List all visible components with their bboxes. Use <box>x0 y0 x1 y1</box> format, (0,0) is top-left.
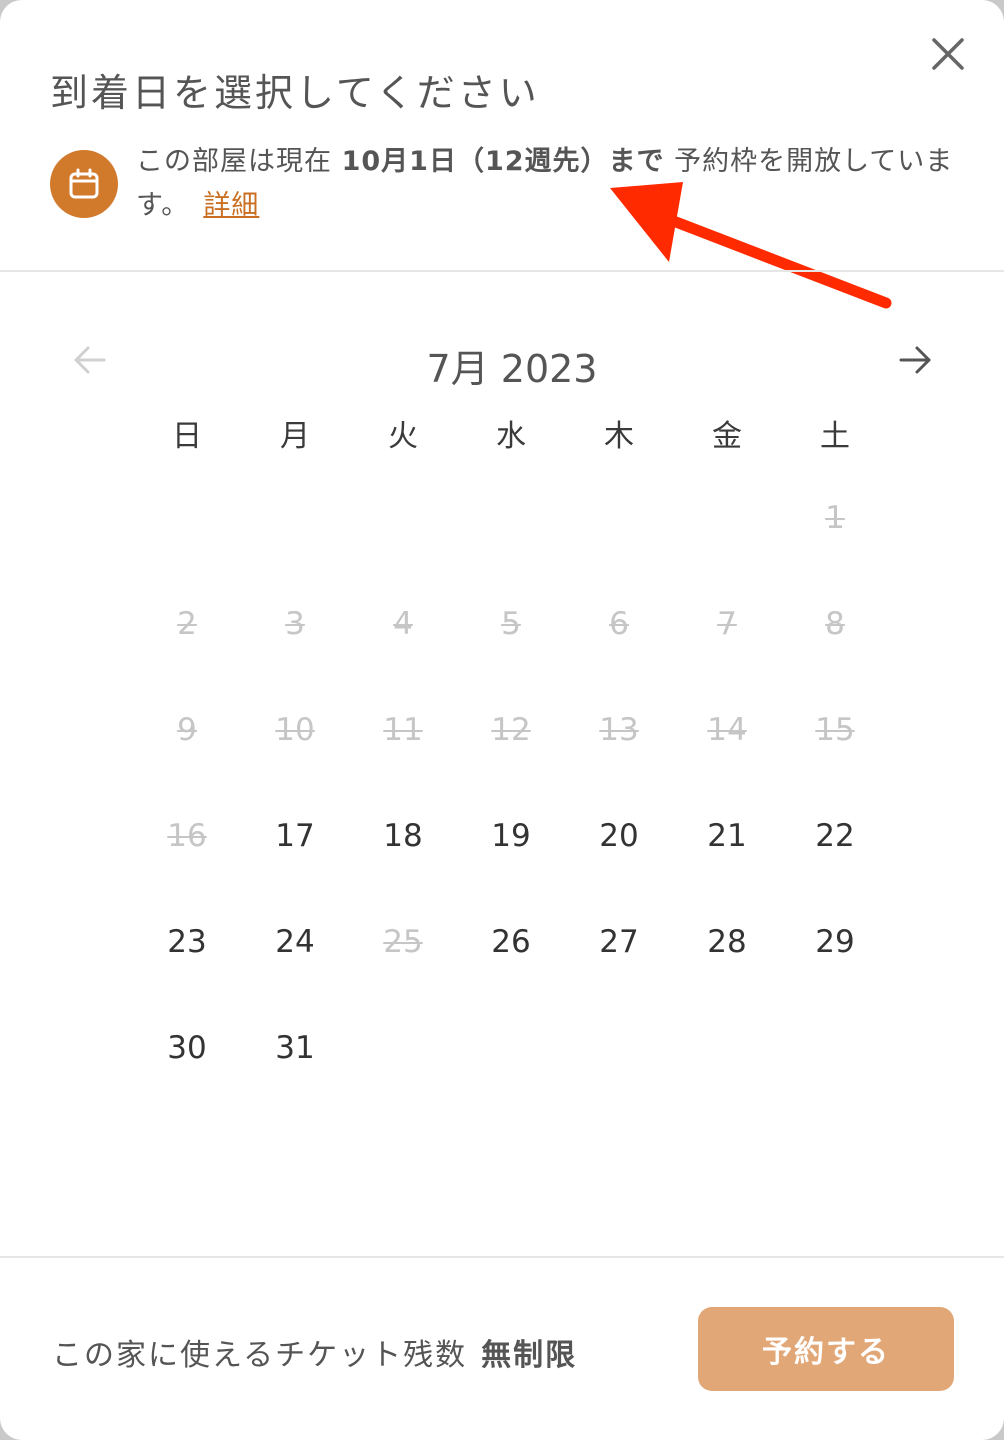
calendar-day-10: 10 <box>275 712 315 748</box>
calendar-day-16: 16 <box>167 818 207 854</box>
arrow-right-icon <box>899 346 931 374</box>
calendar-blank-cell <box>565 465 673 571</box>
next-month-button[interactable] <box>895 340 935 380</box>
calendar-day-15: 15 <box>815 712 855 748</box>
header-divider <box>0 270 1004 272</box>
close-icon <box>932 38 964 70</box>
calendar-day-30[interactable]: 30 <box>133 995 241 1101</box>
calendar-blank-cell <box>673 465 781 571</box>
weekday-tue: 火 <box>388 419 418 454</box>
calendar-day-1: 1 <box>825 500 845 536</box>
calendar-blank-cell <box>457 465 565 571</box>
calendar-blank-cell <box>241 465 349 571</box>
calendar-day-17[interactable]: 17 <box>241 783 349 889</box>
calendar-day-8: 8 <box>825 606 845 642</box>
calendar-day-20[interactable]: 20 <box>565 783 673 889</box>
calendar-day-18[interactable]: 18 <box>349 783 457 889</box>
calendar-day-29[interactable]: 29 <box>781 889 889 995</box>
notice-booking-limit: 10月1日（12週先）まで <box>341 146 665 177</box>
arrival-date-modal: 到着日を選択してください この部屋は現在 10月1日（12週先）まで 予約枠を開… <box>0 0 1004 1440</box>
weekday-header: 日 月 火 水 木 金 土 <box>133 415 889 459</box>
calendar-day-24[interactable]: 24 <box>241 889 349 995</box>
calendar-day-12: 12 <box>491 712 531 748</box>
calendar-day-27[interactable]: 27 <box>565 889 673 995</box>
calendar-day-13: 13 <box>599 712 639 748</box>
calendar-day-21[interactable]: 21 <box>673 783 781 889</box>
month-label: 7月 2023 <box>426 347 598 391</box>
weekday-thu: 木 <box>604 419 634 454</box>
calendar-icon <box>50 150 118 218</box>
ticket-balance-label: この家に使えるチケット残数 <box>52 1338 468 1373</box>
footer-divider <box>0 1256 1004 1258</box>
calendar-day-grid: 1 2 3 4 5 6 7 8 9 10 11 12 13 14 15 16 17 18 19 20 21 22 23 24 2… <box>133 465 889 1101</box>
previous-month-button[interactable] <box>70 340 110 380</box>
close-button[interactable] <box>926 32 970 76</box>
calendar-day-23[interactable]: 23 <box>133 889 241 995</box>
calendar-day-4: 4 <box>393 606 413 642</box>
calendar-day-22[interactable]: 22 <box>781 783 889 889</box>
calendar-blank-cell <box>349 465 457 571</box>
weekday-sat: 土 <box>820 419 850 454</box>
calendar-day-7: 7 <box>717 606 737 642</box>
calendar-day-5: 5 <box>501 606 521 642</box>
calendar-day-25: 25 <box>383 924 423 960</box>
calendar-blank-cell <box>133 465 241 571</box>
weekday-wed: 水 <box>496 419 526 454</box>
notice-text-before: この部屋は現在 <box>136 146 342 177</box>
weekday-sun: 日 <box>172 419 202 454</box>
booking-window-notice: この部屋は現在 10月1日（12週先）まで 予約枠を開放しています。 詳細 <box>136 140 966 228</box>
ticket-balance: この家に使えるチケット残数 無制限 <box>52 1330 577 1374</box>
weekday-fri: 金 <box>712 419 742 454</box>
weekday-mon: 月 <box>280 419 310 454</box>
calendar-day-2: 2 <box>177 606 197 642</box>
calendar-day-11: 11 <box>383 712 423 748</box>
calendar-day-19[interactable]: 19 <box>457 783 565 889</box>
calendar-day-3: 3 <box>285 606 305 642</box>
modal-title: 到着日を選択してください <box>50 71 540 115</box>
details-link[interactable]: 詳細 <box>203 190 259 221</box>
calendar-day-26[interactable]: 26 <box>457 889 565 995</box>
calendar-day-6: 6 <box>609 606 629 642</box>
arrow-left-icon <box>74 346 106 374</box>
calendar-day-14: 14 <box>707 712 747 748</box>
calendar-day-31[interactable]: 31 <box>241 995 349 1101</box>
calendar-day-9: 9 <box>177 712 197 748</box>
calendar-day-28[interactable]: 28 <box>673 889 781 995</box>
reserve-button[interactable]: 予約する <box>698 1307 954 1391</box>
ticket-balance-value: 無制限 <box>481 1338 578 1373</box>
